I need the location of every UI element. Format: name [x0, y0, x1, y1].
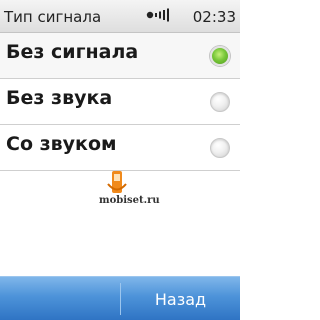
watermark: mobiset.ru [99, 170, 179, 216]
softkey-bar: Назад [0, 276, 240, 320]
radio-button[interactable] [210, 138, 230, 158]
vibrate-ring-icon [146, 8, 169, 22]
clock: 02:33 [192, 8, 236, 26]
option-row-no-signal[interactable]: Без сигнала [0, 33, 240, 79]
option-row-with-sound[interactable]: Со звуком [0, 125, 240, 171]
option-label: Со звуком [6, 133, 117, 155]
option-label: Без звука [6, 87, 113, 109]
radio-button[interactable] [210, 92, 230, 112]
back-button[interactable]: Назад [121, 277, 240, 320]
mobile-phone-logo-icon [107, 171, 127, 193]
watermark-text: mobiset.ru [99, 195, 160, 206]
option-row-silent[interactable]: Без звука [0, 79, 240, 125]
option-label: Без сигнала [6, 41, 139, 63]
status-bar: Тип сигнала 02:33 [0, 0, 240, 33]
radio-button-checked[interactable] [210, 46, 230, 66]
screen-title: Тип сигнала [4, 8, 102, 26]
option-list: Без сигнала Без звука Со звуком [0, 33, 240, 171]
